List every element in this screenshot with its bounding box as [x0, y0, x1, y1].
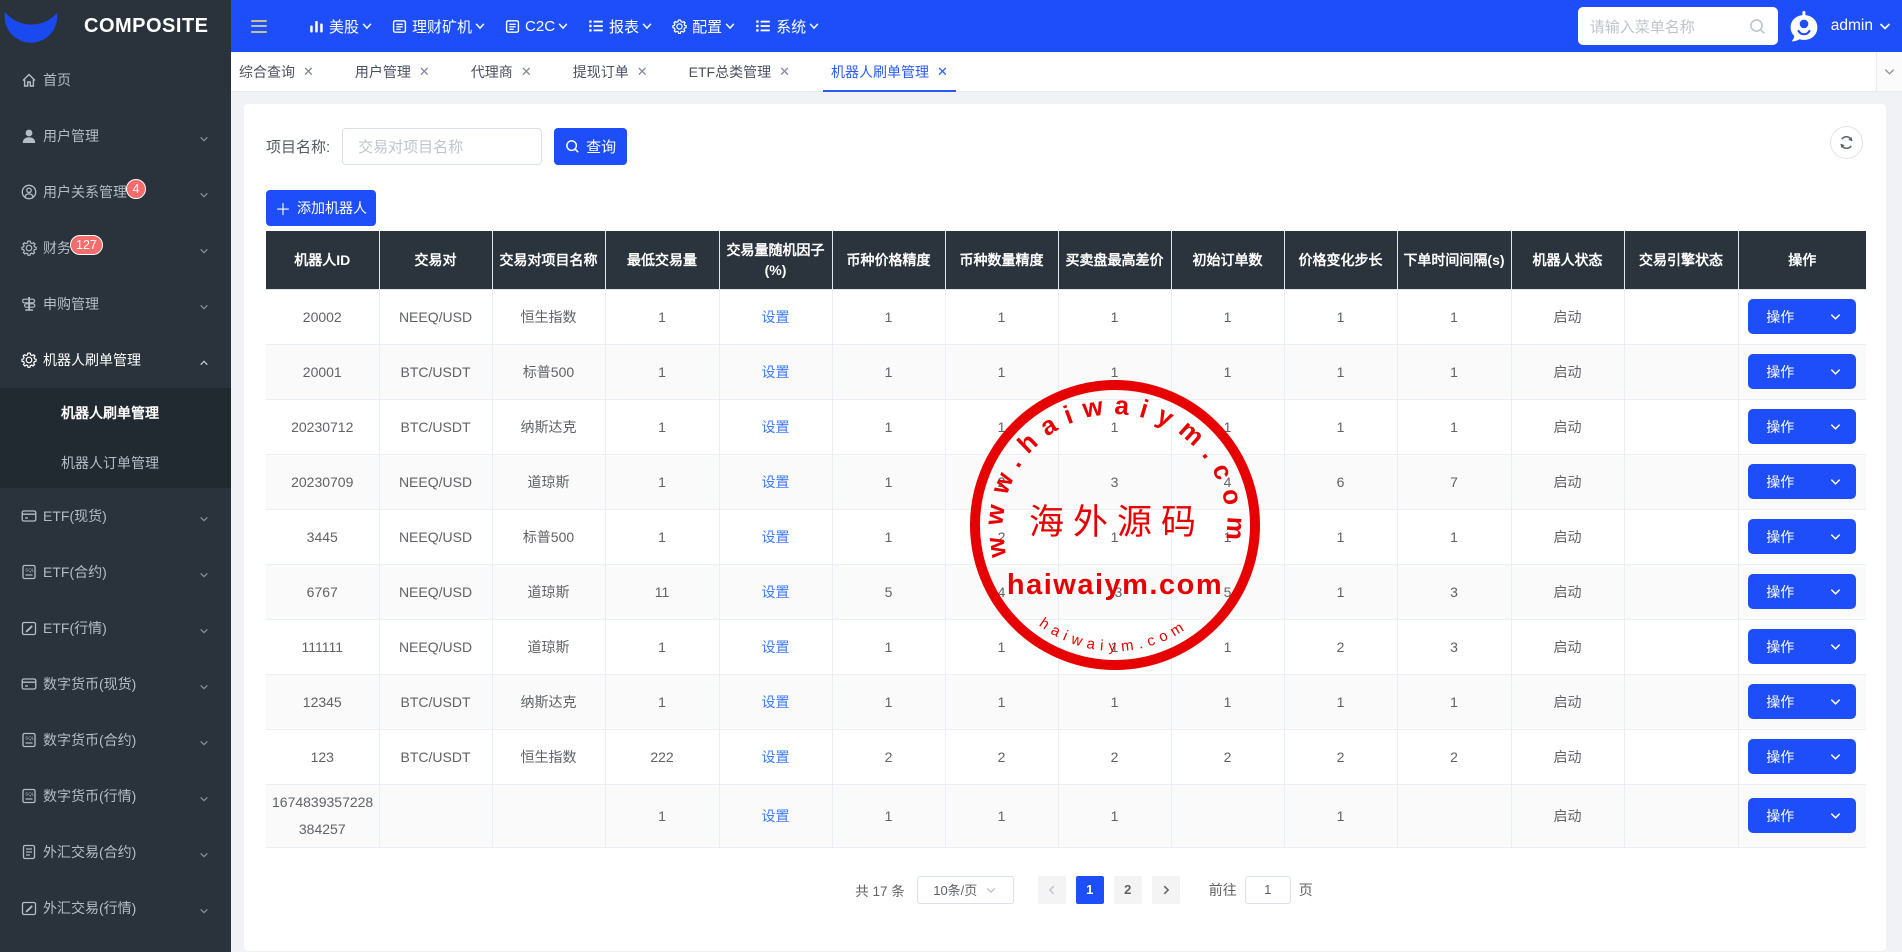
svg-text:海外源码: 海外源码	[1029, 503, 1205, 542]
svg-text:SQL: SQL	[25, 735, 35, 740]
svg-text:SQL: SQL	[25, 791, 35, 796]
svg-text:haiwaiym.com: haiwaiym.com	[1007, 569, 1223, 601]
svg-text:SQL: SQL	[25, 567, 35, 572]
